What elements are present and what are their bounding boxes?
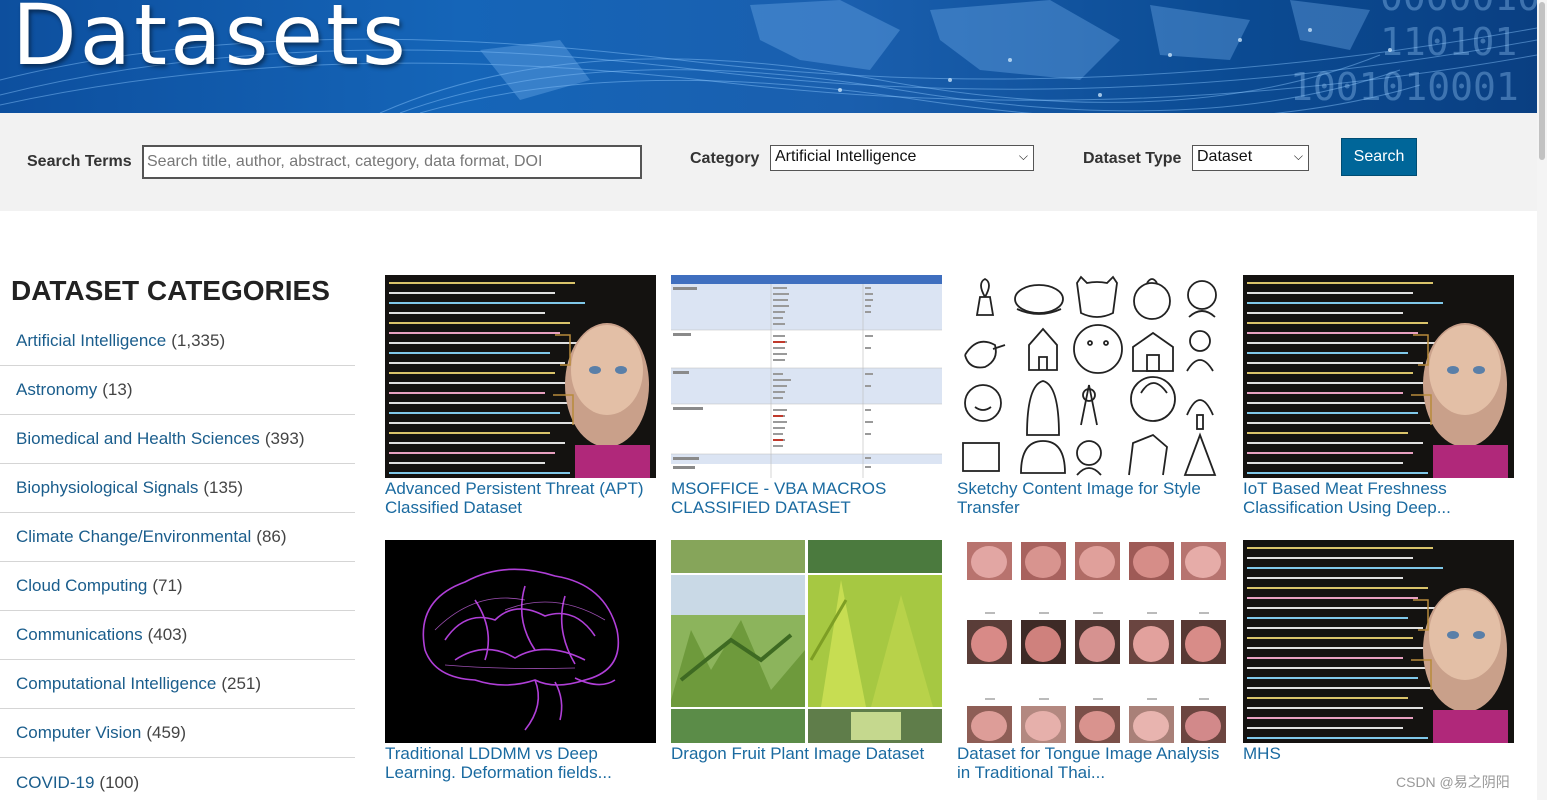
- dataset-thumbnail[interactable]: [385, 275, 656, 478]
- category-list: Artificial Intelligence (1,335) Astronomy…: [0, 317, 355, 807]
- category-link[interactable]: Cloud Computing: [16, 576, 147, 596]
- category-label: Category: [690, 150, 760, 167]
- search-input[interactable]: [142, 145, 642, 179]
- dataset-card[interactable]: IoT Based Meat Freshness Classification …: [1243, 275, 1515, 517]
- category-link[interactable]: Biomedical and Health Sciences: [16, 429, 260, 449]
- category-select-value: Artificial Intelligence: [775, 148, 917, 165]
- category-item[interactable]: Biomedical and Health Sciences (393): [0, 415, 355, 464]
- dataset-title-link[interactable]: Sketchy Content Image for Style Transfer: [957, 479, 1229, 517]
- header-banner: 0000010 110101 1001010001 Datasets: [0, 0, 1537, 113]
- dataset-title-link[interactable]: IoT Based Meat Freshness Classification …: [1243, 479, 1515, 517]
- category-count: (100): [99, 772, 140, 792]
- categories-heading: DATASET CATEGORIES: [11, 275, 330, 306]
- scrollbar-thumb[interactable]: [1539, 2, 1545, 160]
- category-count: (86): [256, 527, 287, 546]
- dataset-type-select-value: Dataset: [1197, 148, 1253, 165]
- category-item[interactable]: Communications (403): [0, 611, 355, 660]
- binary-text-2: 110101: [1380, 20, 1517, 64]
- category-link[interactable]: Climate Change/Environmental: [16, 527, 251, 547]
- category-link[interactable]: Computer Vision: [16, 723, 141, 743]
- dataset-title-link[interactable]: Advanced Persistent Threat (APT) Classif…: [385, 479, 657, 517]
- category-item[interactable]: Biophysiological Signals (135): [0, 464, 355, 513]
- category-link[interactable]: Astronomy: [16, 380, 97, 400]
- category-item[interactable]: Computer Vision (459): [0, 709, 355, 758]
- dataset-card[interactable]: Traditional LDDMM vs Deep Learning. Defo…: [385, 540, 657, 782]
- category-select[interactable]: Artificial Intelligence ⌵: [770, 145, 1034, 171]
- category-count: (1,335): [171, 331, 226, 350]
- category-link[interactable]: Biophysiological Signals: [16, 478, 198, 498]
- category-count: (135): [203, 478, 244, 497]
- dataset-card[interactable]: Advanced Persistent Threat (APT) Classif…: [385, 275, 657, 517]
- dataset-thumbnail[interactable]: [385, 540, 656, 743]
- dataset-card[interactable]: Dragon Fruit Plant Image Dataset: [671, 540, 943, 763]
- page-scrollbar[interactable]: [1537, 0, 1547, 800]
- dataset-thumbnail[interactable]: [1243, 540, 1514, 743]
- dataset-title-link[interactable]: MHS: [1243, 744, 1515, 763]
- category-item[interactable]: Climate Change/Environmental (86): [0, 513, 355, 562]
- dataset-thumbnail[interactable]: [957, 540, 1228, 743]
- dataset-thumbnail[interactable]: [671, 275, 942, 478]
- category-link[interactable]: Artificial Intelligence: [16, 331, 166, 351]
- dataset-thumbnail[interactable]: [671, 540, 942, 743]
- dataset-title-link[interactable]: Dataset for Tongue Image Analysis in Tra…: [957, 744, 1229, 782]
- dataset-title-link[interactable]: Traditional LDDMM vs Deep Learning. Defo…: [385, 744, 657, 782]
- category-item[interactable]: Artificial Intelligence (1,335): [0, 317, 355, 366]
- binary-text-3: 1001010001: [1290, 65, 1519, 109]
- dataset-card[interactable]: MSOFFICE - VBA MACROS CLASSIFIED DATASET: [671, 275, 943, 517]
- category-link[interactable]: COVID-19: [16, 773, 94, 793]
- category-item[interactable]: Computational Intelligence (251): [0, 660, 355, 709]
- chevron-down-icon: ⌵: [1018, 149, 1028, 163]
- category-count: (13): [102, 380, 133, 399]
- dataset-title-link[interactable]: Dragon Fruit Plant Image Dataset: [671, 744, 943, 763]
- page-title: Datasets: [12, 0, 409, 84]
- category-item[interactable]: Cloud Computing (71): [0, 562, 355, 611]
- category-count: (403): [147, 625, 188, 644]
- watermark: CSDN @易之阴阳: [1396, 774, 1510, 790]
- dataset-thumbnail[interactable]: [957, 275, 1228, 478]
- category-count: (459): [146, 723, 187, 742]
- chevron-down-icon: ⌵: [1293, 149, 1303, 163]
- binary-text-1: 0000010: [1380, 0, 1537, 19]
- category-count: (393): [264, 429, 305, 448]
- category-link[interactable]: Computational Intelligence: [16, 674, 216, 694]
- category-item[interactable]: Astronomy (13): [0, 366, 355, 415]
- search-bar: Search Terms Category Artificial Intelli…: [0, 113, 1537, 211]
- dataset-type-select[interactable]: Dataset ⌵: [1192, 145, 1309, 171]
- dataset-thumbnail[interactable]: [1243, 275, 1514, 478]
- search-terms-label: Search Terms: [27, 153, 132, 170]
- category-link[interactable]: Communications: [16, 625, 143, 645]
- dataset-card[interactable]: Dataset for Tongue Image Analysis in Tra…: [957, 540, 1229, 782]
- dataset-card[interactable]: MHS: [1243, 540, 1515, 763]
- search-button[interactable]: Search: [1341, 138, 1417, 176]
- dataset-title-link[interactable]: MSOFFICE - VBA MACROS CLASSIFIED DATASET: [671, 479, 943, 517]
- dataset-type-label: Dataset Type: [1083, 150, 1182, 167]
- category-count: (71): [152, 576, 183, 595]
- category-count: (251): [221, 674, 262, 693]
- dataset-card[interactable]: Sketchy Content Image for Style Transfer: [957, 275, 1229, 517]
